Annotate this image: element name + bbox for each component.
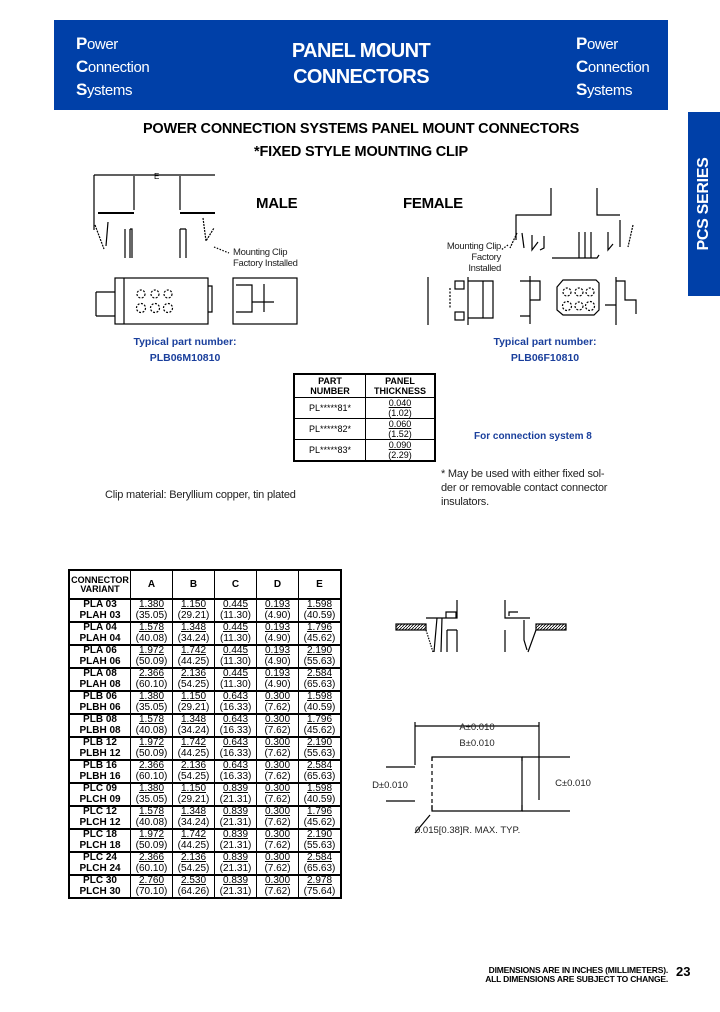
cutout-radius-note: 0.015[0.38]R. MAX. TYP. [415,825,520,836]
footer-line: ALL DIMENSIONS ARE SUBJECT TO CHANGE. [485,974,668,984]
panel-section [535,623,567,631]
footer-notes: DIMENSIONS ARE IN INCHES (MILLIMETERS). … [440,966,668,984]
cutout-b-label: B±0.010 [459,738,494,749]
cutout-c-label: C±0.010 [555,778,591,789]
page-number: 23 [676,964,691,979]
cutout-d-label: D±0.010 [372,780,408,791]
panel-cutout-drawing: A±0.010 B±0.010 C±0.010 D±0.010 0.015[0.… [372,600,591,836]
cutout-a-label: A±0.010 [459,722,494,733]
panel-section [395,623,427,631]
